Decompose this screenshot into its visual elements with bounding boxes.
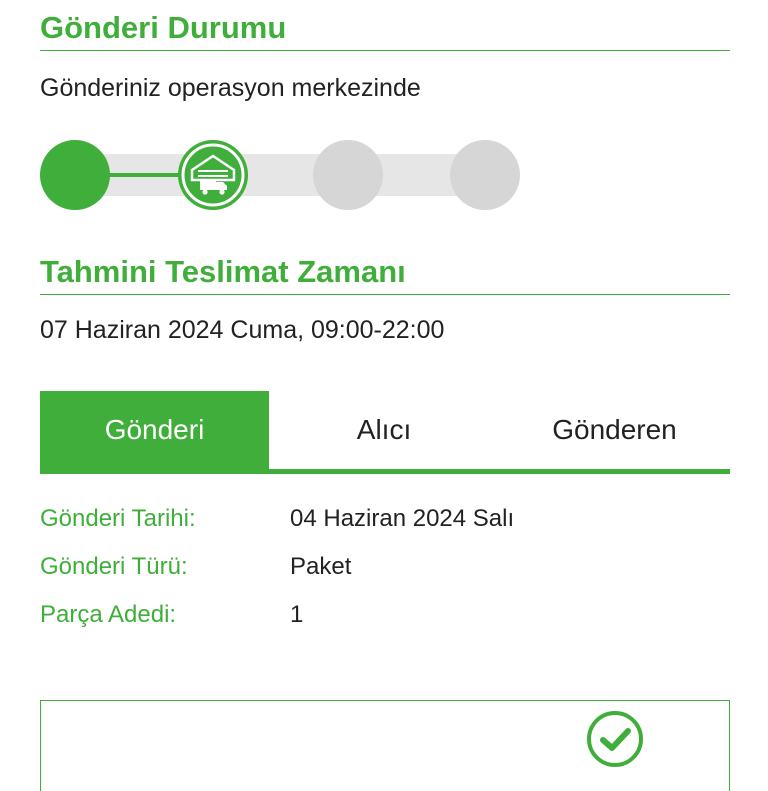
detail-value: 04 Haziran 2024 Salı — [290, 505, 515, 532]
info-card — [40, 700, 730, 791]
status-section-title: Gönderi Durumu — [40, 10, 730, 51]
step-1-indicator — [40, 140, 110, 210]
step-2-indicator — [178, 140, 248, 210]
delivery-section-title: Tahmini Teslimat Zamanı — [40, 254, 730, 295]
detail-value: Paket — [290, 553, 352, 580]
delivery-time-text: 07 Haziran 2024 Cuma, 09:00-22:00 — [40, 316, 445, 344]
tabs-underline — [40, 469, 730, 474]
tab-sender[interactable]: Gönderen — [499, 391, 730, 469]
detail-label: Parça Adedi: — [40, 601, 177, 628]
detail-label: Gönderi Türü: — [40, 553, 188, 580]
detail-label: Gönderi Tarihi: — [40, 505, 196, 532]
warehouse-truck-icon — [181, 143, 245, 207]
detail-tabs: Gönderi Alıcı Gönderen — [40, 391, 730, 474]
detail-value: 1 — [290, 601, 304, 628]
check-circle-icon — [587, 711, 643, 767]
step-4-indicator — [450, 140, 520, 210]
tab-recipient[interactable]: Alıcı — [269, 391, 499, 469]
tab-shipment[interactable]: Gönderi — [40, 391, 269, 469]
step-3-indicator — [313, 140, 383, 210]
progress-tracker — [40, 140, 520, 210]
status-text: Gönderiniz operasyon merkezinde — [40, 74, 421, 102]
